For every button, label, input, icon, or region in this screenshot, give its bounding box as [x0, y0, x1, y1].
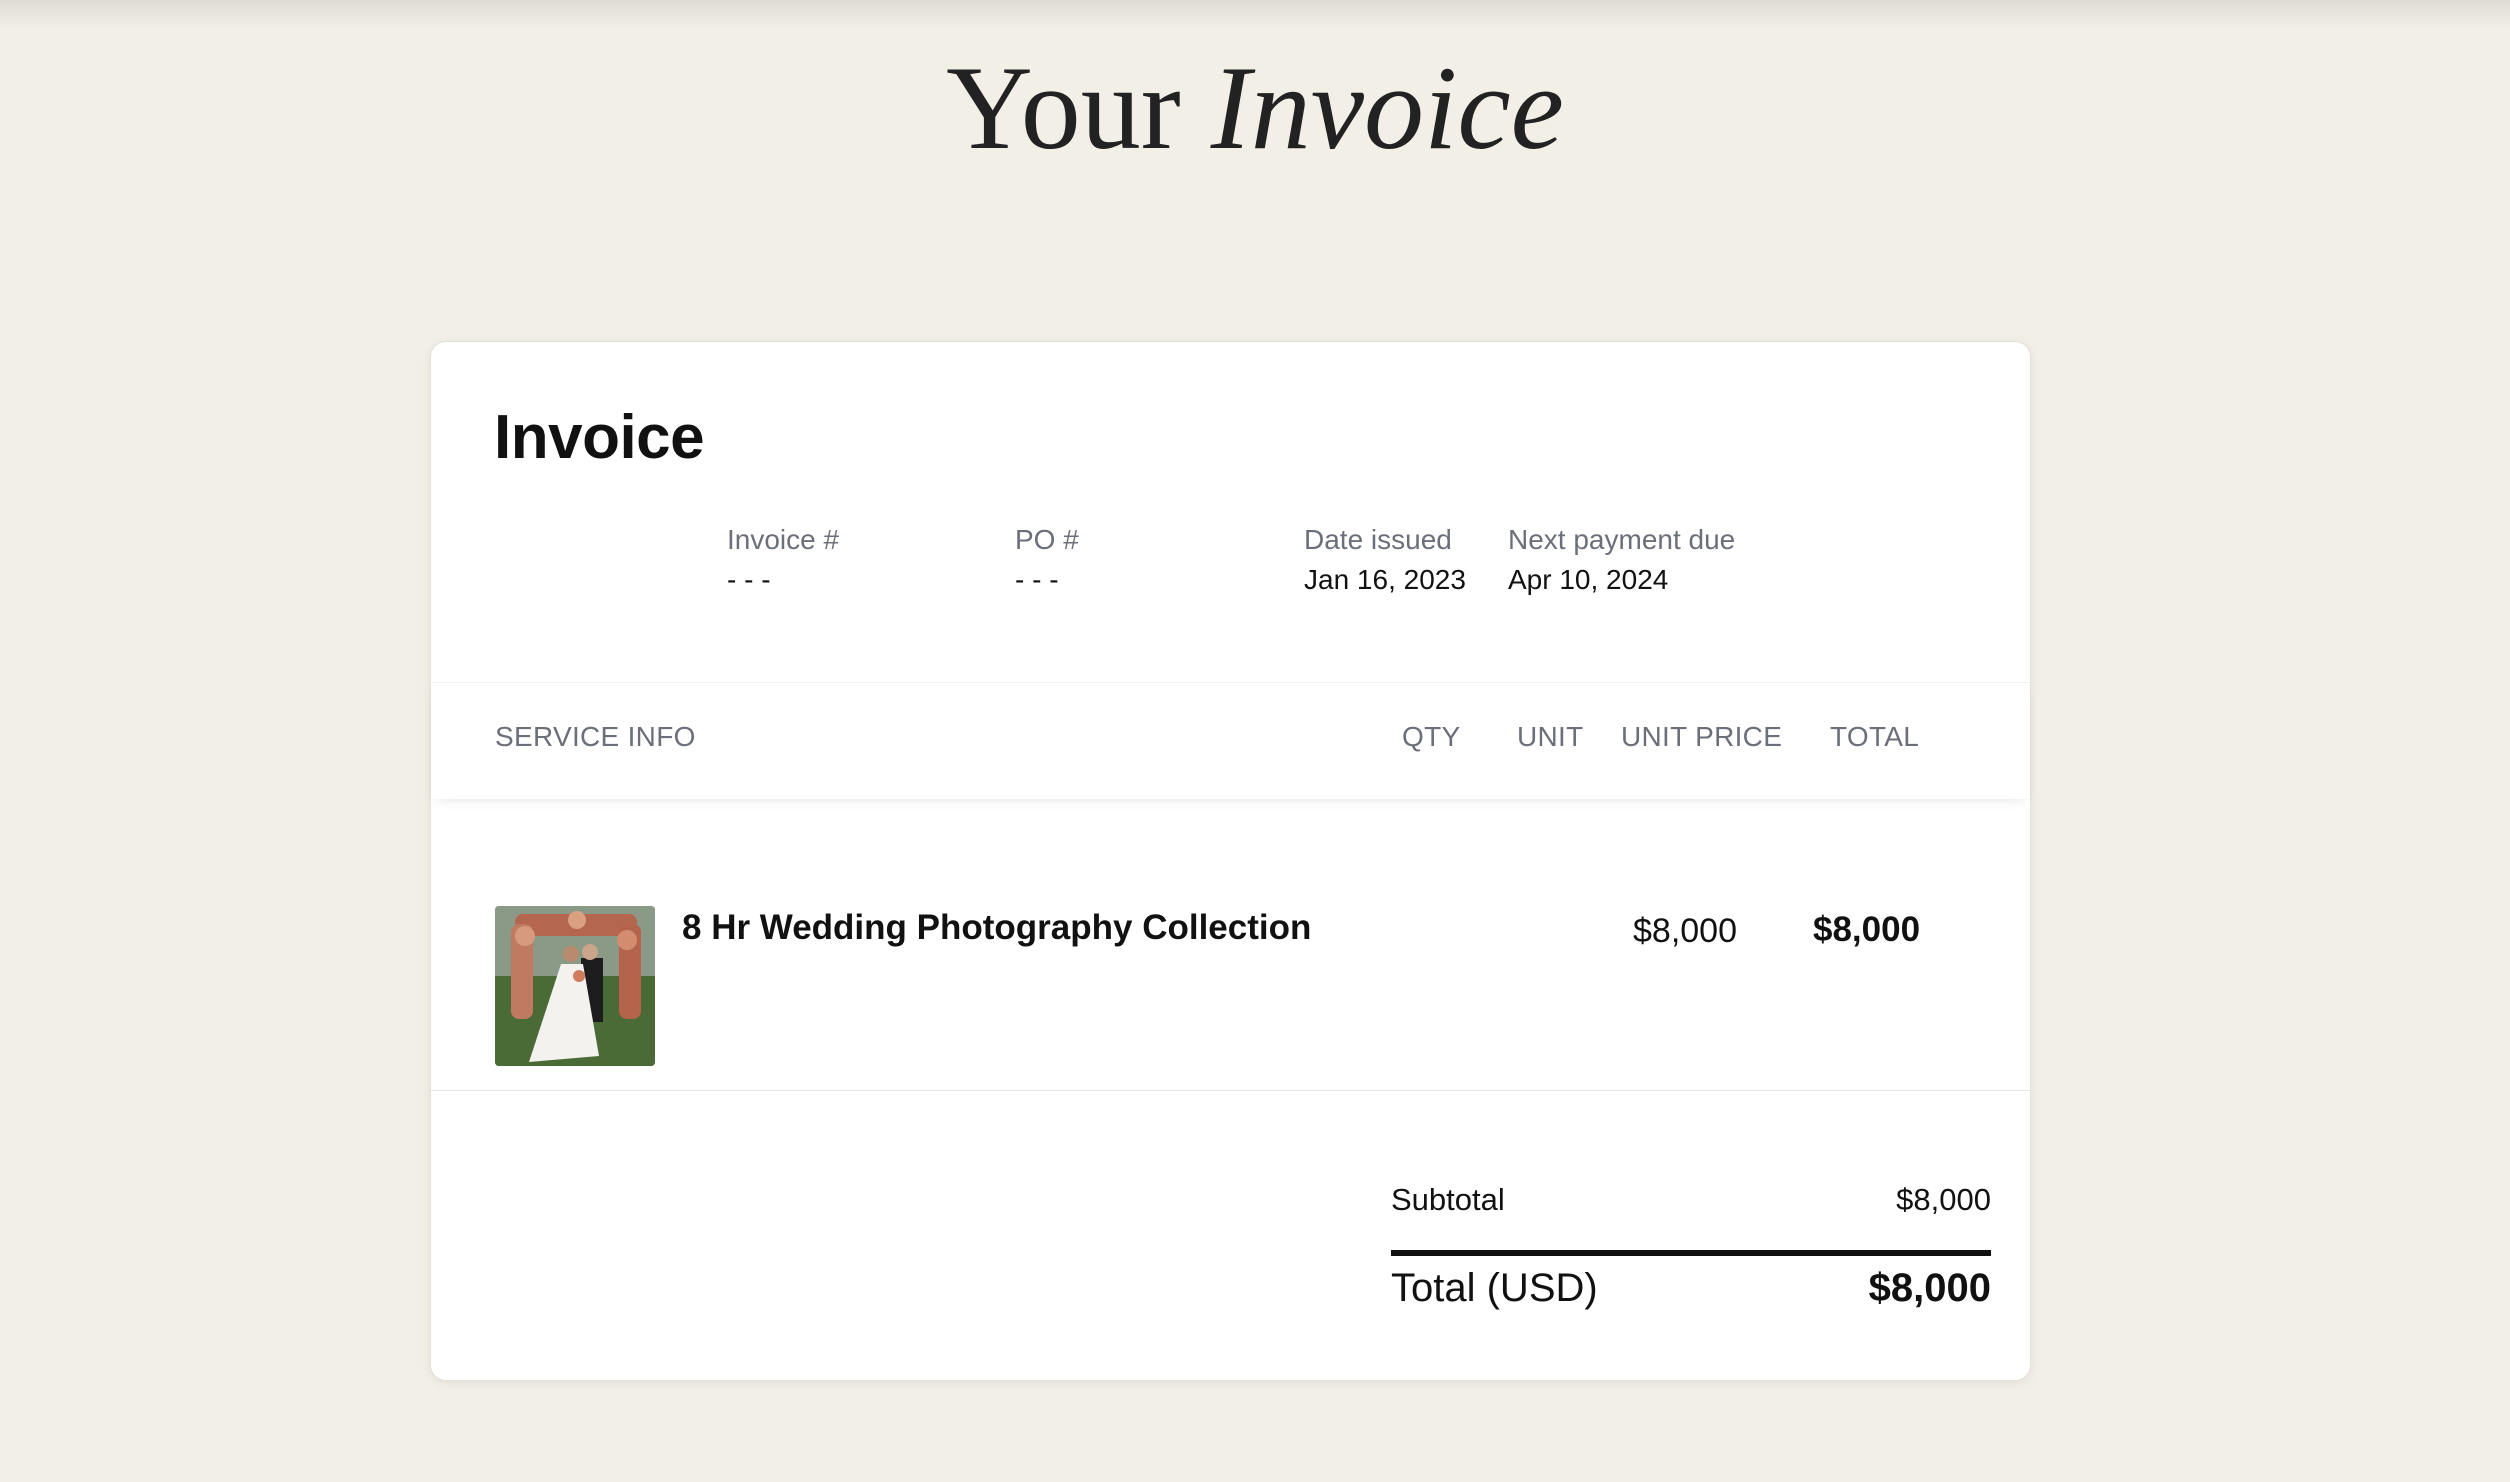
- total-label: Total (USD): [1391, 1266, 1598, 1310]
- summary-divider: [1391, 1250, 1991, 1256]
- wedding-photo-thumbnail: [495, 906, 655, 1066]
- column-header-service-info: SERVICE INFO: [495, 721, 696, 752]
- meta-label: Invoice #: [727, 524, 840, 555]
- meta-next-payment-due: Next payment due Apr 10, 2024: [1508, 522, 1735, 598]
- meta-invoice-number: Invoice # - - -: [727, 522, 839, 598]
- item-unit-price: $8,000: [1633, 912, 1737, 950]
- meta-po-number: PO # - - -: [1015, 522, 1079, 598]
- column-header-total: TOTAL: [1830, 721, 1920, 752]
- meta-label: PO #: [1015, 524, 1079, 555]
- column-header-unit-price: UNIT PRICE: [1621, 721, 1783, 752]
- meta-value: - - -: [1015, 564, 1059, 595]
- meta-value: Apr 10, 2024: [1508, 564, 1669, 595]
- page-title: Your Invoice: [0, 38, 2510, 178]
- table-header: SERVICE INFO QTY UNIT UNIT PRICE TOTAL: [431, 682, 2030, 799]
- meta-value: - - -: [727, 564, 771, 595]
- invoice-heading: Invoice: [494, 403, 705, 472]
- column-header-unit: UNIT: [1517, 721, 1584, 752]
- wedding-photo-icon: [495, 906, 655, 1066]
- item-total: $8,000: [1813, 910, 1921, 949]
- item-name: 8 Hr Wedding Photography Collection: [682, 908, 1312, 947]
- meta-label: Date issued: [1304, 524, 1452, 555]
- page-title-plain: Your: [946, 41, 1181, 174]
- meta-label: Next payment due: [1508, 524, 1736, 555]
- table-row: 8 Hr Wedding Photography Collection $8,0…: [431, 798, 2030, 1091]
- page-title-italic: Invoice: [1210, 41, 1564, 174]
- meta-value: Jan 16, 2023: [1304, 564, 1466, 595]
- subtotal-label: Subtotal: [1391, 1182, 1505, 1217]
- column-header-qty: QTY: [1402, 721, 1461, 752]
- top-shadow: [0, 0, 2510, 30]
- invoice-card: Invoice Invoice # - - - PO # - - - Date …: [430, 341, 2031, 1381]
- total-value: $8,000: [1868, 1266, 1991, 1310]
- subtotal-value: $8,000: [1896, 1182, 1991, 1217]
- meta-date-issued: Date issued Jan 16, 2023: [1304, 522, 1466, 598]
